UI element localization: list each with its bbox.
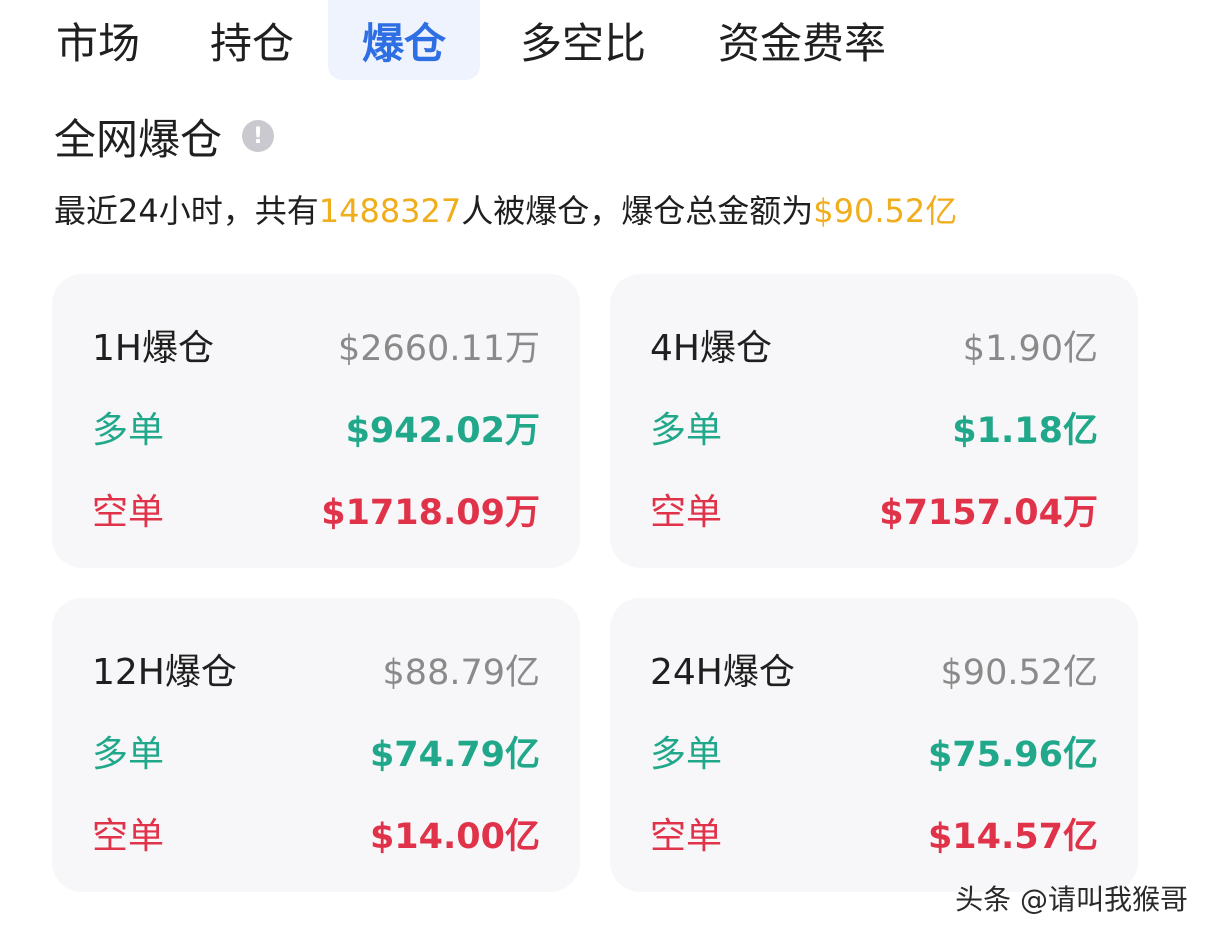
short-label: 空单 — [650, 816, 723, 857]
card-total-value: $2660.11万 — [337, 328, 540, 369]
summary-people-count: 1488327 — [318, 192, 462, 230]
long-value: $1.18亿 — [952, 410, 1098, 451]
card-period-label: 12H爆仓 — [92, 652, 237, 693]
tab-bar: 市场 持仓 爆仓 多空比 资金费率 — [0, 0, 1216, 84]
tab-long-short-ratio[interactable]: 多空比 — [506, 0, 660, 80]
long-value: $75.96亿 — [927, 734, 1098, 775]
card-short-row: 空单 $7157.04万 — [650, 484, 1098, 534]
card-short-row: 空单 $14.57亿 — [650, 808, 1098, 858]
info-icon[interactable]: ! — [242, 120, 275, 152]
tab-positions[interactable]: 持仓 — [194, 0, 310, 80]
card-total-row: 24H爆仓 $90.52亿 — [650, 644, 1098, 694]
long-label: 多单 — [650, 410, 723, 451]
card-short-row: 空单 $14.00亿 — [92, 808, 540, 858]
long-value: $942.02万 — [345, 410, 540, 451]
card-period-label: 24H爆仓 — [650, 652, 795, 693]
short-value: $1718.09万 — [321, 492, 540, 533]
summary-middle: 人被爆仓，爆仓总金额为 — [461, 192, 814, 230]
short-label: 空单 — [650, 492, 723, 533]
long-label: 多单 — [92, 734, 165, 775]
card-period-label: 1H爆仓 — [92, 328, 214, 369]
card-long-row: 多单 $942.02万 — [92, 402, 540, 452]
short-label: 空单 — [92, 492, 165, 533]
section-title: 全网爆仓 — [54, 114, 223, 164]
long-label: 多单 — [92, 410, 165, 451]
liquidation-summary: 最近24小时，共有1488327人被爆仓，爆仓总金额为$90.52亿 — [54, 186, 957, 232]
watermark: 头条 @请叫我猴哥 — [955, 883, 1188, 916]
tab-liquidations[interactable]: 爆仓 — [328, 0, 480, 80]
summary-prefix: 最近24小时，共有 — [54, 192, 319, 230]
card-long-row: 多单 $1.18亿 — [650, 402, 1098, 452]
card-total-value: $88.79亿 — [382, 652, 540, 693]
long-value: $74.79亿 — [369, 734, 540, 775]
short-value: $7157.04万 — [879, 492, 1098, 533]
summary-total-amount: $90.52亿 — [813, 192, 958, 230]
short-value: $14.57亿 — [927, 816, 1098, 857]
long-label: 多单 — [650, 734, 723, 775]
liquidation-card-12h: 12H爆仓 $88.79亿 多单 $74.79亿 空单 $14.00亿 — [52, 598, 580, 892]
liquidation-card-4h: 4H爆仓 $1.90亿 多单 $1.18亿 空单 $7157.04万 — [610, 274, 1138, 568]
card-total-row: 4H爆仓 $1.90亿 — [650, 320, 1098, 370]
card-short-row: 空单 $1718.09万 — [92, 484, 540, 534]
liquidation-card-24h: 24H爆仓 $90.52亿 多单 $75.96亿 空单 $14.57亿 — [610, 598, 1138, 892]
short-value: $14.00亿 — [369, 816, 540, 857]
section-header: 全网爆仓 ! — [54, 108, 275, 164]
short-label: 空单 — [92, 816, 165, 857]
card-total-value: $1.90亿 — [962, 328, 1098, 369]
card-total-row: 12H爆仓 $88.79亿 — [92, 644, 540, 694]
tab-funding-rate[interactable]: 资金费率 — [700, 0, 904, 80]
card-long-row: 多单 $75.96亿 — [650, 726, 1098, 776]
card-long-row: 多单 $74.79亿 — [92, 726, 540, 776]
card-total-value: $90.52亿 — [940, 652, 1098, 693]
card-period-label: 4H爆仓 — [650, 328, 772, 369]
liquidation-card-1h: 1H爆仓 $2660.11万 多单 $942.02万 空单 $1718.09万 — [52, 274, 580, 568]
tab-market[interactable]: 市场 — [40, 0, 156, 80]
card-total-row: 1H爆仓 $2660.11万 — [92, 320, 540, 370]
